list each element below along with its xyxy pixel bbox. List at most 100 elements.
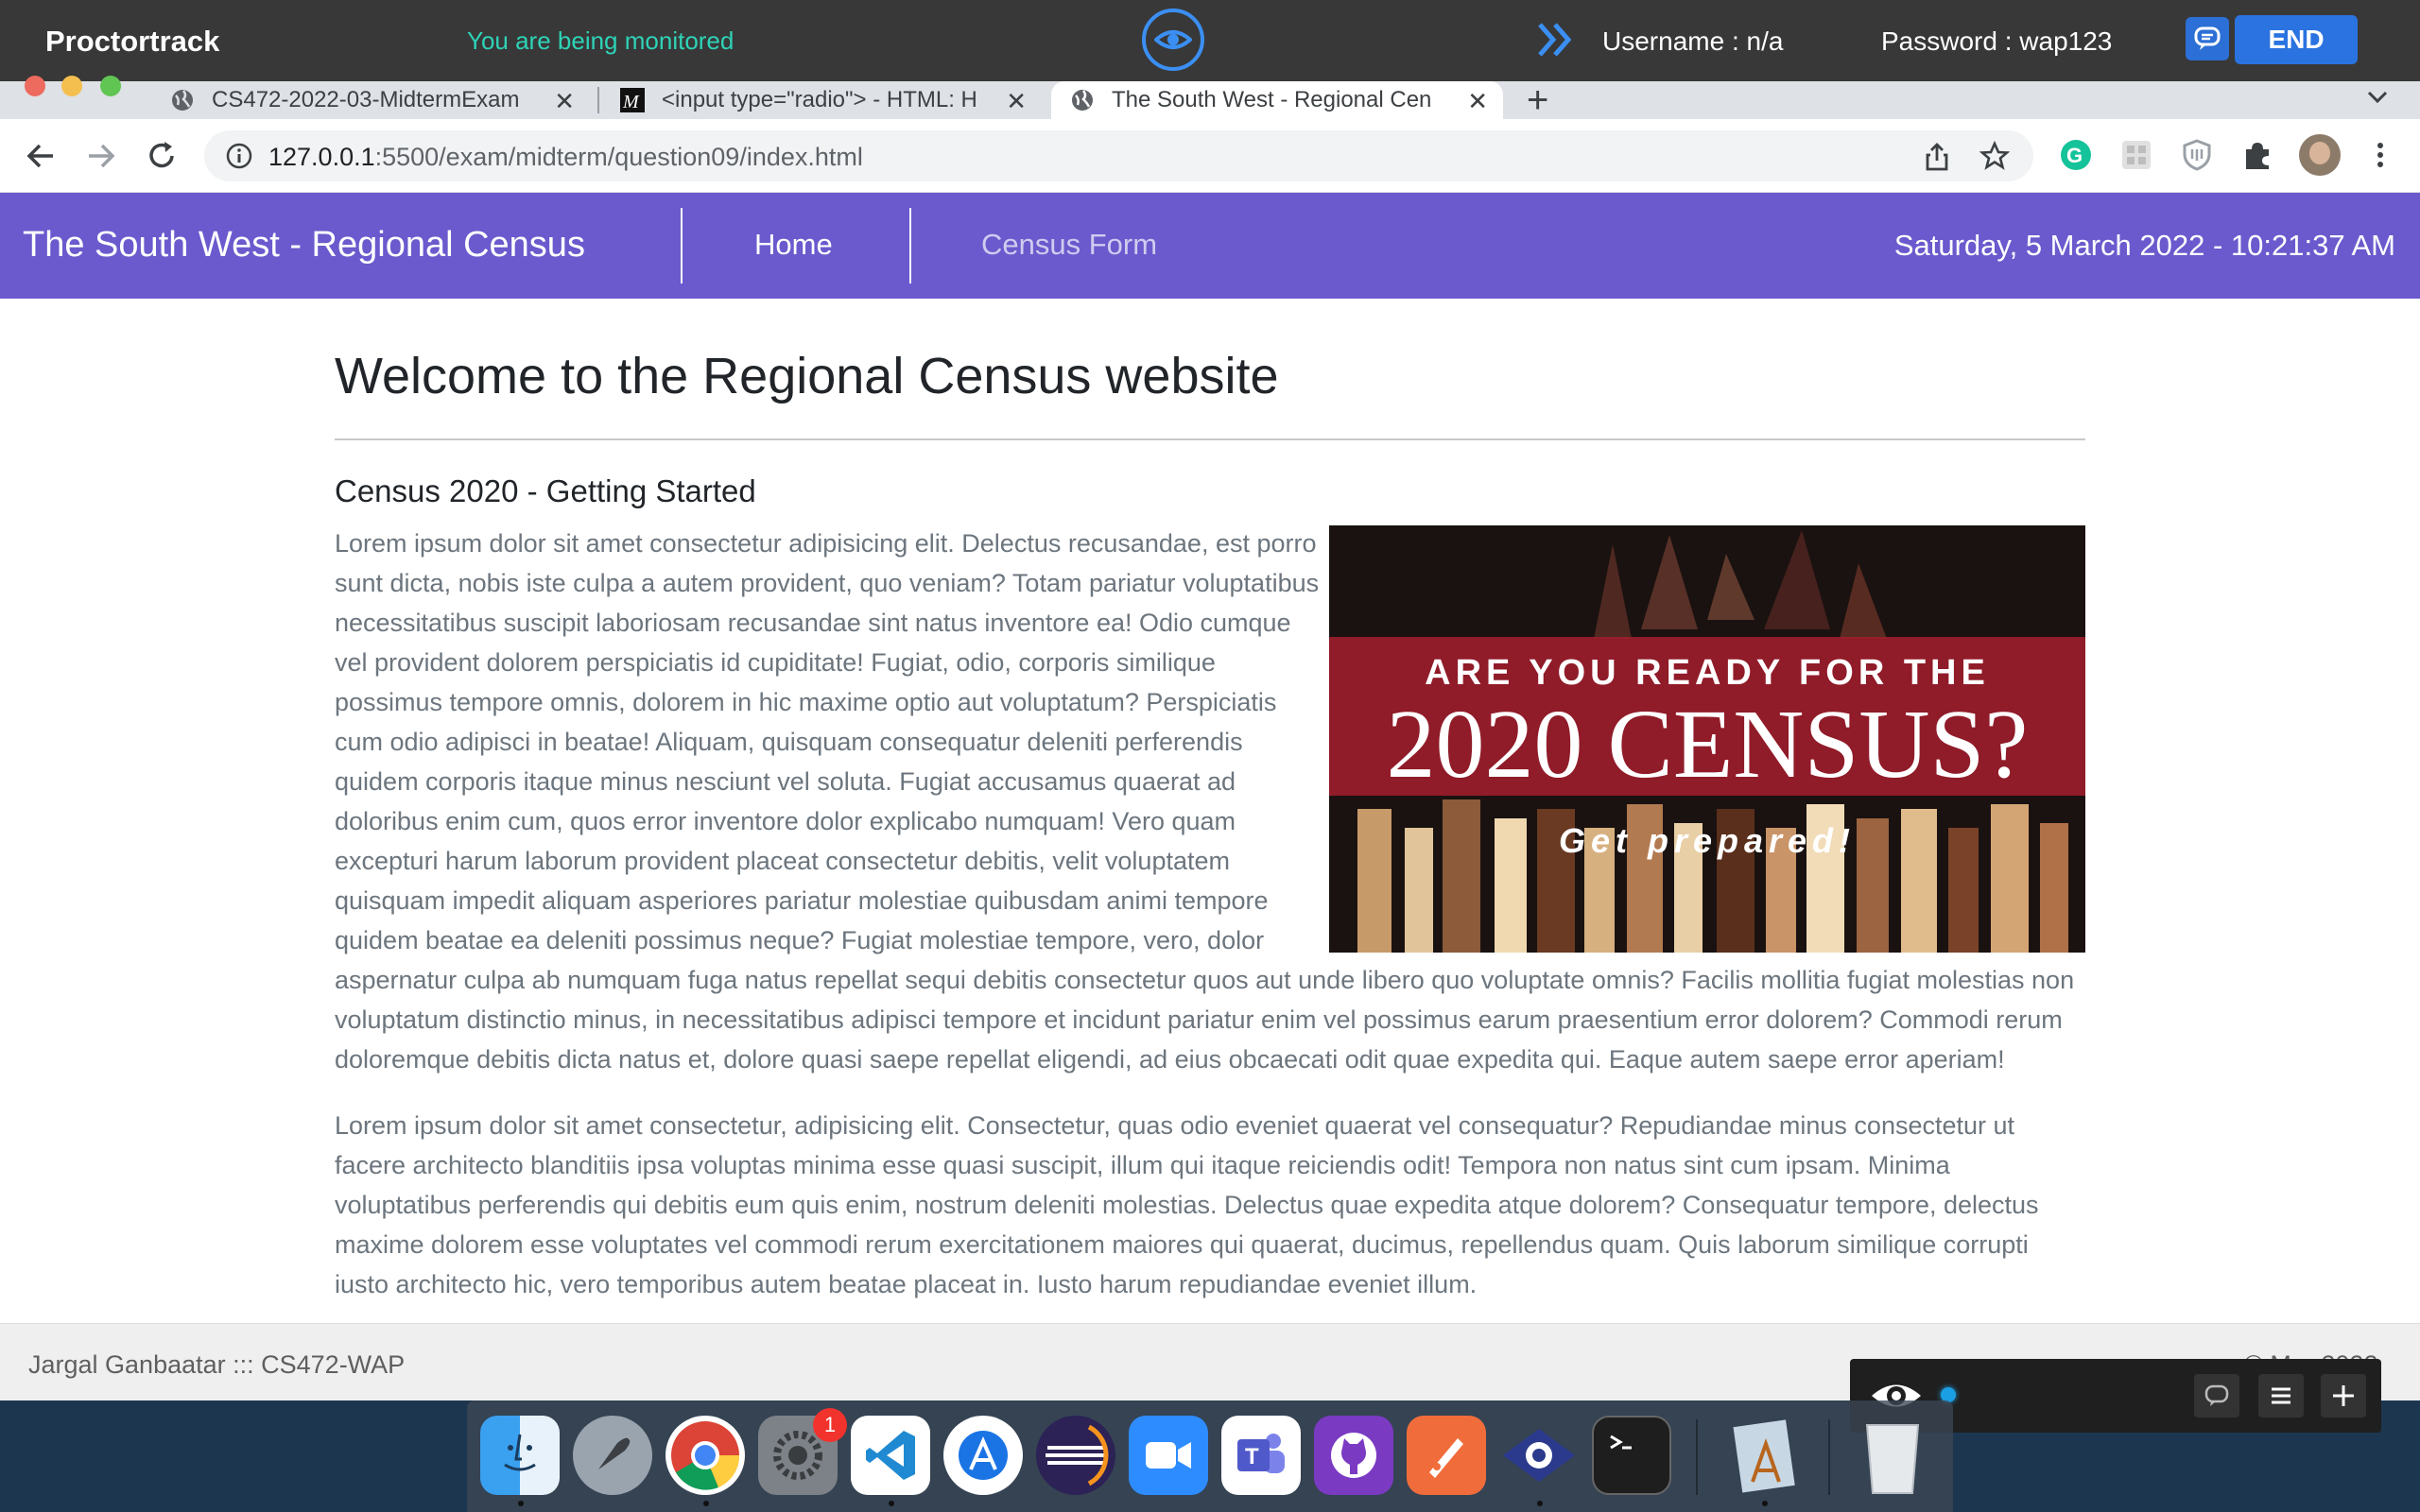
- mini-add-button[interactable]: [2321, 1374, 2366, 1418]
- monitor-eye-icon: [1142, 9, 1204, 71]
- vscode-logo: [866, 1431, 915, 1480]
- body-paragraph: Lorem ipsum dolor sit amet consectetur, …: [335, 1111, 2039, 1298]
- system-preferences-icon[interactable]: 1: [758, 1408, 847, 1495]
- banner-line1: ARE YOU READY FOR THE: [1425, 653, 1990, 693]
- preview-icon[interactable]: [1724, 1416, 1804, 1495]
- reload-icon[interactable]: [144, 138, 180, 174]
- footer-author: Jargal Ganbaatar ::: CS472-WAP: [28, 1350, 406, 1379]
- double-chevron-icon: [1538, 23, 1572, 57]
- trash-icon[interactable]: [1853, 1416, 1932, 1495]
- running-indicator: [518, 1501, 524, 1506]
- extensions-puzzle-icon[interactable]: [2240, 138, 2274, 172]
- url-path: :5500/exam/midterm/question09/index.html: [374, 143, 863, 171]
- end-exam-button[interactable]: END: [2235, 15, 2358, 64]
- eclipse-logo: [1044, 1423, 1109, 1487]
- title-divider: [335, 438, 2085, 440]
- profile-avatar[interactable]: [2299, 134, 2341, 176]
- mini-chat-button[interactable]: [2194, 1374, 2239, 1418]
- close-tab-icon[interactable]: ✕: [1467, 87, 1488, 116]
- browser-tab[interactable]: M <input type="radio"> - HTML: H ✕: [601, 81, 1042, 119]
- zoom-window-button[interactable]: [100, 76, 121, 96]
- section-heading: Census 2020 - Getting Started: [335, 473, 756, 508]
- chat-button[interactable]: [2186, 17, 2229, 60]
- teams-icon[interactable]: T: [1221, 1416, 1301, 1495]
- banner-line3: Get prepared!: [1559, 821, 1856, 860]
- banner-line2: 2020 CENSUS?: [1387, 690, 2029, 799]
- running-indicator: [1537, 1501, 1543, 1506]
- github-cat-icon: [1331, 1433, 1376, 1478]
- dock-separator: [1828, 1419, 1830, 1495]
- extension-grid-icon[interactable]: [2119, 138, 2153, 172]
- finder-icon[interactable]: [480, 1416, 560, 1495]
- minimize-window-button[interactable]: [61, 76, 82, 96]
- plus-icon: [2333, 1385, 2354, 1406]
- census-banner-image: ARE YOU READY FOR THE 2020 CENSUS? Get p…: [1329, 525, 2085, 953]
- xcode-logo: [959, 1431, 1008, 1480]
- globe-icon: [1072, 90, 1093, 111]
- mini-menu-button[interactable]: [2258, 1374, 2304, 1418]
- proctortrack-dock-icon[interactable]: [1499, 1416, 1579, 1495]
- close-tab-icon[interactable]: ✕: [554, 87, 575, 116]
- grammarly-icon[interactable]: G: [2059, 138, 2093, 172]
- tab-search-chevron-icon[interactable]: [2363, 83, 2392, 112]
- site-navbar: The South West - Regional Census Home Ce…: [0, 193, 2420, 299]
- proctortrack-eye-icon: [1503, 1429, 1575, 1482]
- password-label: Password : wap123: [1881, 26, 2113, 56]
- share-icon[interactable]: [1923, 142, 1951, 172]
- browser-tab[interactable]: CS472-2022-03-MidtermExam ✕: [151, 81, 590, 119]
- current-datetime: Saturday, 5 March 2022 - 10:21:37 AM: [1893, 229, 2395, 262]
- running-indicator: [889, 1501, 894, 1506]
- page-title: Welcome to the Regional Census website: [335, 348, 1279, 404]
- nav-divider: [909, 208, 911, 284]
- xcode-icon[interactable]: [943, 1416, 1023, 1495]
- shield-icon[interactable]: [2180, 138, 2214, 172]
- close-window-button[interactable]: [25, 76, 45, 96]
- launchpad-icon[interactable]: [573, 1416, 652, 1495]
- svg-text:G: G: [2066, 144, 2083, 167]
- zoom-icon[interactable]: [1129, 1416, 1208, 1495]
- chrome-logo: [671, 1421, 740, 1490]
- running-indicator: [1762, 1501, 1768, 1506]
- notification-badge: 1: [813, 1408, 847, 1442]
- vscode-icon[interactable]: [851, 1416, 930, 1495]
- url-text[interactable]: 127.0.0.1:5500/exam/midterm/question09/i…: [268, 143, 863, 172]
- nav-home-link[interactable]: Home: [754, 228, 833, 262]
- dock-separator: [1696, 1419, 1698, 1495]
- bookmark-star-icon[interactable]: [1979, 141, 2010, 171]
- terminal-prompt-icon: [1610, 1435, 1632, 1450]
- browser-tab-active[interactable]: The South West - Regional Cen ✕: [1051, 81, 1503, 119]
- site-brand[interactable]: The South West - Regional Census: [23, 225, 585, 266]
- mdn-icon: M: [620, 88, 645, 112]
- terminal-icon[interactable]: [1592, 1416, 1671, 1495]
- new-tab-button[interactable]: +: [1527, 79, 1548, 122]
- nav-divider: [681, 208, 683, 284]
- avatar-face: [2309, 142, 2330, 164]
- running-indicator: [703, 1501, 709, 1506]
- site-info-icon[interactable]: [225, 142, 253, 170]
- chrome-icon[interactable]: [666, 1416, 745, 1495]
- rocket-shape: [598, 1437, 631, 1469]
- nav-census-form-link[interactable]: Census Form: [981, 228, 1157, 262]
- browser-toolbar: 127.0.0.1:5500/exam/midterm/question09/i…: [0, 119, 2420, 193]
- web-page: The South West - Regional Census Home Ce…: [0, 193, 2420, 1323]
- svg-text:M: M: [622, 92, 640, 112]
- postman-icon[interactable]: [1407, 1416, 1486, 1495]
- browser-tab-strip: CS472-2022-03-MidtermExam ✕ M <input typ…: [0, 76, 2420, 122]
- macos-dock: 1 T: [467, 1400, 1953, 1512]
- tab-title: CS472-2022-03-MidtermExam: [212, 87, 520, 112]
- more-menu-icon[interactable]: [2363, 138, 2397, 172]
- username-label: Username : n/a: [1602, 26, 1784, 56]
- svg-text:T: T: [1245, 1444, 1259, 1469]
- zoom-camera-icon: [1146, 1442, 1191, 1469]
- proctortrack-logo: Proctortrack: [45, 25, 220, 58]
- close-tab-icon[interactable]: ✕: [1006, 87, 1027, 116]
- eclipse-icon[interactable]: [1036, 1416, 1115, 1495]
- address-bar[interactable]: 127.0.0.1:5500/exam/midterm/question09/i…: [204, 130, 2033, 181]
- preview-document-icon: [1733, 1419, 1795, 1493]
- back-arrow-icon[interactable]: [23, 138, 59, 174]
- tab-divider: [597, 87, 599, 113]
- chat-icon: [2204, 1384, 2229, 1406]
- forward-arrow-icon[interactable]: [83, 138, 119, 174]
- github-desktop-icon[interactable]: [1314, 1416, 1393, 1495]
- trash-can-icon: [1865, 1424, 1920, 1494]
